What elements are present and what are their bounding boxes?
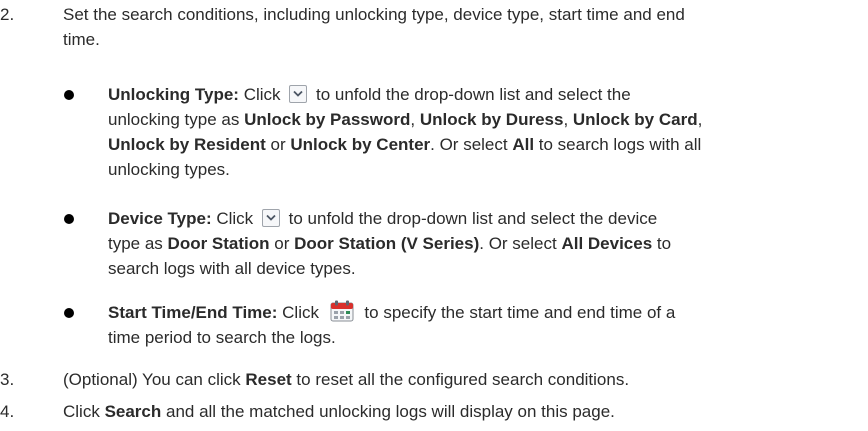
option-unlock-by-password: Unlock by Password [244,110,411,129]
option-unlock-by-center: Unlock by Center [290,135,431,154]
bullet-line: unlocking types. [108,160,230,179]
text-segment: to unfold the drop-down list and select … [311,85,631,104]
text-segment: to unfold the drop-down list and select … [283,209,658,228]
chevron-down-icon [289,85,308,103]
bullet-line: type as Door Station or Door Station (V … [108,231,860,256]
calendar-icon [330,300,354,322]
text-segment: unlocking type as [108,110,245,129]
text-segment: . Or select [430,135,513,154]
step-line: time. [63,30,100,49]
step-text: Set the search conditions, including unl… [63,2,860,52]
text-segment: to specify the start time and end time o… [359,303,676,322]
text-segment: Click [211,209,258,228]
bullet-line: Unlocking Type: Click to unfold the drop… [108,82,860,107]
bullet-text: Start Time/End Time: Click to specify th… [108,300,860,350]
bullet-text: Device Type: Click to unfold the drop-do… [108,206,860,281]
bullet-line: unlocking type as Unlock by Password, Un… [108,107,860,132]
text-segment: and all the matched unlocking logs will … [161,402,615,421]
text-segment: or [265,135,291,154]
option-all: All [512,135,535,154]
text-segment: Click [238,85,286,104]
bullet-line: Unlock by Resident or Unlock by Center. … [108,132,860,157]
chevron-down-icon [261,209,280,227]
bullet-dot [64,214,74,224]
bullet-dot [64,308,74,318]
text-segment: Click [277,303,324,322]
text-segment: type as [108,234,168,253]
text-segment: or [269,234,295,253]
search-label: Search [104,402,162,421]
label-device-type: Device Type: [108,209,212,228]
option-unlock-by-card: Unlock by Card [572,110,698,129]
option-door-station: Door Station [167,234,270,253]
bullet-line: time period to search the logs. [108,328,336,347]
reset-label: Reset [245,370,292,389]
step-text: Click Search and all the matched unlocki… [63,399,860,424]
label-start-end-time: Start Time/End Time: [108,303,278,322]
bullet-dot [64,90,74,100]
step-number: 3. [0,370,15,389]
bullet-line: Device Type: Click to unfold the drop-do… [108,206,860,231]
bullet-text: Unlocking Type: Click to unfold the drop… [108,82,860,182]
step-text: (Optional) You can click Reset to reset … [63,367,860,392]
text-segment: , [410,110,420,129]
text-segment: , [697,110,703,129]
option-unlock-by-resident: Unlock by Resident [108,135,266,154]
bullet-line: search logs with all device types. [108,259,356,278]
label-unlocking-type: Unlocking Type: [108,85,239,104]
option-all-devices: All Devices [561,234,653,253]
step-number: 4. [0,402,15,421]
bullet-line: Start Time/End Time: Click to specify th… [108,300,860,325]
text-segment: to [652,234,672,253]
text-segment: (Optional) You can click [63,370,246,389]
text-segment: to reset all the configured search condi… [291,370,630,389]
document-page: 2. Set the search conditions, including … [0,0,868,431]
option-unlock-by-duress: Unlock by Duress [419,110,564,129]
text-segment: to search logs with all [534,135,702,154]
step-number: 2. [0,5,15,24]
option-door-station-v-series: Door Station (V Series) [294,234,480,253]
step-line: Set the search conditions, including unl… [63,5,685,24]
text-segment: . Or select [479,234,562,253]
text-segment: Click [63,402,105,421]
text-segment: , [563,110,573,129]
